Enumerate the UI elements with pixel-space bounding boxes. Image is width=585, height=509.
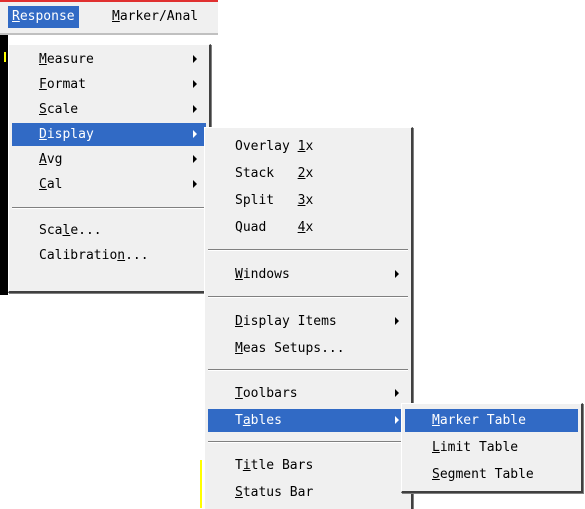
menu-separator	[208, 441, 408, 443]
menu-bar: Response Marker/Anal	[0, 0, 218, 35]
menu-item-format[interactable]: Format	[12, 73, 206, 96]
menu-item-scale[interactable]: Scale	[12, 98, 206, 121]
menu-item-scale-dialog[interactable]: Scale...	[12, 219, 206, 242]
menu-item-status-bar[interactable]: Status Bar	[208, 481, 408, 504]
menu-item-stack[interactable]: Stack 2x	[208, 162, 408, 185]
trace-marker	[4, 52, 6, 62]
submenu-arrow-icon	[193, 55, 197, 63]
menu-item-cal[interactable]: Cal	[12, 173, 206, 196]
tables-submenu: Marker Table Limit Table Segment Table	[401, 403, 583, 493]
menu-item-windows[interactable]: Windows	[208, 263, 408, 286]
menu-separator	[12, 207, 206, 209]
menu-item-toolbars[interactable]: Toolbars	[208, 382, 408, 405]
submenu-arrow-icon	[193, 80, 197, 88]
menu-item-display-items[interactable]: Display Items	[208, 310, 408, 333]
submenu-arrow-icon	[193, 155, 197, 163]
menu-item-marker-table[interactable]: Marker Table	[405, 409, 578, 432]
menu-item-segment-table[interactable]: Segment Table	[405, 463, 578, 486]
menu-item-measure[interactable]: Measure	[12, 48, 206, 71]
menu-item-title-bars[interactable]: Title Bars	[208, 454, 408, 477]
submenu-arrow-icon	[395, 389, 399, 397]
menu-item-limit-table[interactable]: Limit Table	[405, 436, 578, 459]
menu-item-calibration-dialog[interactable]: Calibration...	[12, 244, 206, 267]
menu-response[interactable]: Response	[8, 6, 79, 28]
menu-separator	[208, 249, 408, 251]
menu-response-label: esponse	[19, 9, 75, 24]
menu-item-split[interactable]: Split 3x	[208, 189, 408, 212]
menu-item-display[interactable]: Display	[12, 123, 206, 146]
menu-item-overlay[interactable]: Overlay 1x	[208, 135, 408, 158]
menu-item-tables[interactable]: Tables	[208, 409, 408, 432]
menu-item-meas-setups[interactable]: Meas Setups...	[208, 337, 408, 360]
submenu-arrow-icon	[193, 130, 197, 138]
window-accent-line	[0, 0, 218, 2]
submenu-arrow-icon	[193, 105, 197, 113]
submenu-arrow-icon	[395, 317, 399, 325]
display-submenu: Overlay 1x Stack 2x Split 3x Quad 4x Win…	[204, 127, 413, 509]
submenu-arrow-icon	[193, 180, 197, 188]
menu-separator	[208, 296, 408, 298]
submenu-arrow-icon	[395, 416, 399, 424]
menu-marker-analysis[interactable]: Marker/Anal	[108, 6, 202, 28]
response-menu: Measure Format Scale Display Avg Cal Sca…	[8, 44, 211, 293]
menu-marker-label: arker/Anal	[119, 9, 199, 24]
menu-item-quad[interactable]: Quad 4x	[208, 216, 408, 239]
menu-item-avg[interactable]: Avg	[12, 148, 206, 171]
background-window	[0, 295, 205, 508]
trace-line	[200, 460, 202, 508]
submenu-arrow-icon	[395, 270, 399, 278]
menu-separator	[208, 369, 408, 371]
